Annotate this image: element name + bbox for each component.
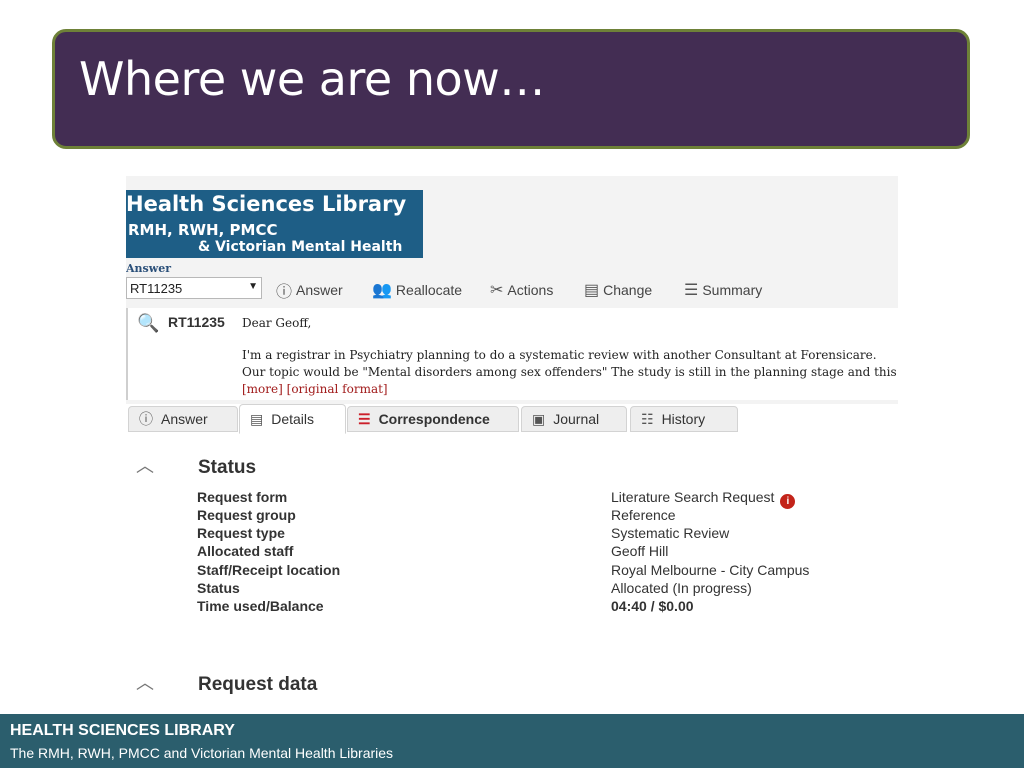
tab-history-label: History [661,411,706,427]
actions-button[interactable]: ✂ Actions [490,280,553,300]
status-row: Time used/Balance 04:40 / $0.00 [197,598,887,616]
original-format-link[interactable]: [original format] [287,382,388,396]
answer-label: Answer [126,262,171,275]
collapse-request-data-icon[interactable]: ︿ [136,669,154,695]
logo-line-2: RMH, RWH, PMCC [128,221,278,239]
dropdown-arrow-icon[interactable]: ▼ [248,281,258,292]
answer-button-label: Answer [296,282,343,298]
summary-button-label: Summary [702,282,763,298]
slide-footer: HEALTH SCIENCES LIBRARY The RMH, RWH, PM… [0,714,1024,768]
message-line-2: Our topic would be "Mental disorders amo… [242,365,897,379]
tools-icon: ✂ [490,282,504,299]
answer-button[interactable]: ⓘ Answer [276,280,343,301]
message-preview: 🔍 RT11235 Dear Geoff, I'm a registrar in… [126,308,898,400]
form-icon: ▤ [584,282,600,299]
footer-subtitle: The RMH, RWH, PMCC and Victorian Mental … [10,745,394,761]
status-row: Request form Literature Search Request i [197,489,887,509]
status-row: Staff/Receipt location Royal Melbourne -… [197,562,887,580]
tab-details-label: Details [271,411,315,427]
status-row: Status Allocated (In progress) [197,580,887,598]
journal-icon: ▣ [532,410,546,427]
status-row-value: Reference [611,507,676,523]
request-select-value: RT11235 [130,281,183,296]
tab-history[interactable]: ☷ History [630,406,738,432]
status-row-value: Royal Melbourne - City Campus [611,562,810,578]
status-row: Request group Reference [197,507,887,525]
status-row-value: 04:40 / $0.00 [611,598,694,614]
reallocate-button[interactable]: 👥 Reallocate [372,280,462,300]
tab-correspondence[interactable]: ☰ Correspondence [347,406,519,432]
info-icon: ⓘ [276,284,293,301]
change-button-label: Change [603,282,653,298]
embedded-screenshot: Health Sciences Library RMH, RWH, PMCC &… [126,176,898,706]
history-icon: ☷ [641,410,654,427]
slide-title-box: Where we are now… [52,29,970,149]
users-icon: 👥 [372,282,392,299]
status-row-label: Request form [197,489,288,505]
logo-line-3: & Victorian Mental Health [198,239,403,255]
tab-correspondence-label: Correspondence [378,411,490,427]
status-row-value: Systematic Review [611,525,730,541]
footer-title: HEALTH SCIENCES LIBRARY [10,722,235,739]
tab-details[interactable]: ▤ Details [239,404,346,434]
info-icon: ⓘ [139,411,153,427]
document-icon: ▤ [250,410,264,427]
tab-journal-label: Journal [553,411,600,427]
status-row-label: Request group [197,507,296,523]
search-icon[interactable]: 🔍 [137,313,159,334]
slide-title: Where we are now… [79,52,545,106]
tab-journal[interactable]: ▣ Journal [521,406,627,432]
status-row-value: Allocated (In progress) [611,580,752,596]
status-row-label: Status [197,580,240,596]
status-row-label: Staff/Receipt location [197,562,341,578]
tab-answer-label: Answer [161,411,208,427]
reallocate-button-label: Reallocate [395,282,463,298]
list-icon: ☰ [684,282,699,299]
request-data-heading: Request data [198,674,318,695]
actions-button-label: Actions [507,282,554,298]
library-logo: Health Sciences Library RMH, RWH, PMCC &… [126,190,423,258]
status-row: Request type Systematic Review [197,525,887,543]
list-icon: ☰ [358,410,371,427]
status-row: Allocated staff Geoff Hill [197,543,887,561]
change-button[interactable]: ▤ Change [584,280,652,300]
status-row-label: Time used/Balance [197,598,324,614]
message-greeting: Dear Geoff, [242,316,312,330]
status-row-label: Request type [197,525,285,541]
status-row-label: Allocated staff [197,543,294,559]
detail-tabs: ⓘ Answer ▤ Details ☰ Correspondence ▣ Jo… [128,404,898,434]
more-link[interactable]: [more] [242,382,283,396]
message-line-1: I'm a registrar in Psychiatry planning t… [242,348,877,362]
collapse-status-icon[interactable]: ︿ [136,452,154,478]
message-id: RT11235 [168,314,225,330]
status-row-value: Literature Search Request [611,489,775,505]
status-row-value: Geoff Hill [611,543,669,559]
logo-line-1: Health Sciences Library [126,192,407,216]
tab-answer[interactable]: ⓘ Answer [128,406,238,432]
status-heading: Status [198,457,257,478]
request-select[interactable]: RT11235 ▼ [126,277,262,299]
summary-button[interactable]: ☰ Summary [684,280,762,300]
